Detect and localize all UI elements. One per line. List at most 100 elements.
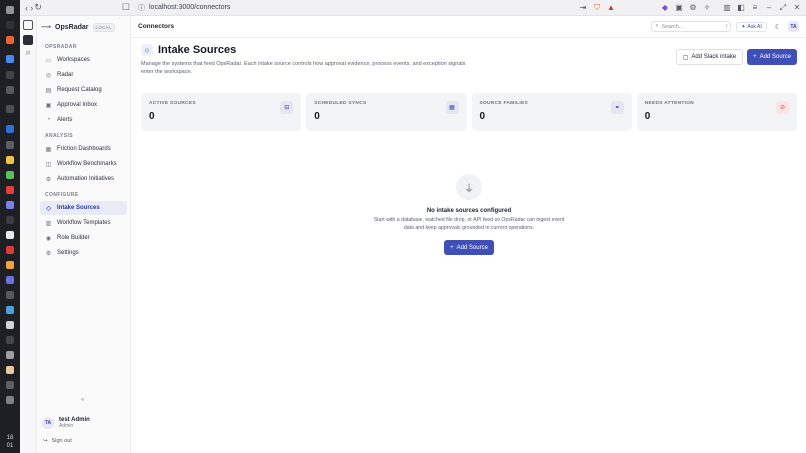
empty-add-source-button[interactable]: + Add Source — [444, 240, 494, 255]
folder-icon: ▭ — [45, 57, 52, 64]
sidebar-item-workflow-templates[interactable]: ▥ Workflow Templates — [40, 216, 127, 230]
browser-window: ‹ › ↻ ☐ ⓘ localhost:3000/connectors ⇥ ⛉ … — [20, 0, 806, 453]
dock-app-icon[interactable] — [3, 33, 17, 47]
role-icon: ◉ — [45, 235, 52, 242]
dock-app-icon[interactable] — [3, 318, 17, 332]
collapse-sidebar-icon[interactable]: « — [81, 397, 84, 403]
dock-app-icon[interactable] — [3, 258, 17, 272]
menu-icon[interactable]: ≡ — [750, 3, 760, 13]
dock-app-icon[interactable] — [3, 153, 17, 167]
share-icon[interactable]: ⇥ — [578, 3, 588, 13]
radar-icon: ◎ — [45, 72, 52, 79]
stat-value: 0 — [479, 111, 486, 122]
sidebar-item-settings[interactable]: ⚙ Settings — [40, 246, 127, 260]
sidebar-item-label: Automation Initiatives — [57, 176, 115, 182]
sidebar-item-intake-sources[interactable]: ◇ Intake Sources — [40, 201, 127, 215]
search-input[interactable]: ⌕ Search... / — [651, 21, 732, 32]
sparkle-icon: ✦ — [741, 23, 746, 30]
calendar-icon: ▦ — [445, 101, 459, 114]
sidebar-icon[interactable]: ▥ — [722, 3, 732, 13]
catalog-icon: ▤ — [45, 87, 52, 94]
clock-minute: 01 — [6, 443, 14, 449]
benchmark-icon: ◫ — [45, 161, 52, 168]
dock-app-icon[interactable] — [3, 138, 17, 152]
dock-app-icon[interactable] — [3, 363, 17, 377]
sidebar-item-workspaces[interactable]: ▭ Workspaces — [40, 53, 127, 67]
dock-app-icon[interactable] — [2, 50, 19, 67]
top-bar: Connectors ⌕ Search... / ✦ Ask AI ☾ TA — [131, 16, 806, 38]
stat-value: 0 — [644, 111, 651, 122]
sidebar-item-label: Settings — [57, 250, 79, 256]
os-dock: 18 01 — [0, 0, 20, 453]
dock-app-icon[interactable] — [3, 213, 17, 227]
puzzle-icon[interactable]: ✧ — [702, 3, 712, 13]
gear-icon[interactable]: ⚙ — [688, 3, 698, 13]
browser-extensions: ⇥ ⛉ ▲ ◆ ▣ ⚙ ✧ ▥ ◧ ≡ – ⤢ ✕ — [578, 3, 802, 13]
dock-app-icon[interactable] — [2, 100, 19, 117]
sidebar-item-label: Workflow Templates — [57, 220, 111, 226]
main-content: Connectors ⌕ Search... / ✦ Ask AI ☾ TA ◇… — [131, 16, 806, 453]
warning-icon[interactable]: ▲ — [606, 3, 616, 13]
dock-app-icon[interactable] — [3, 288, 17, 302]
extension-icon[interactable]: ◆ — [660, 3, 670, 13]
sidebar-item-radar[interactable]: ◎ Radar — [40, 68, 127, 82]
sidebar-item-friction-dashboards[interactable]: ▦ Friction Dashboards — [40, 142, 127, 156]
sidebar-item-alerts[interactable]: ◔ Alerts — [40, 113, 127, 127]
sidebar-item-automation-initiatives[interactable]: ⚙ Automation Initiatives — [40, 172, 127, 186]
tab-icon[interactable]: ◧ — [736, 3, 746, 13]
sidebar-item-workflow-benchmarks[interactable]: ◫ Workflow Benchmarks — [40, 157, 127, 171]
dock-app-icon[interactable] — [3, 393, 17, 407]
bell-icon: ◔ — [46, 117, 51, 123]
gemini-icon[interactable]: gt — [23, 50, 33, 60]
sidebar-item-label: Friction Dashboards — [57, 146, 111, 152]
dock-app-icon[interactable] — [3, 228, 17, 242]
bookmark-icon[interactable]: ☐ — [122, 1, 130, 15]
close-icon[interactable]: ✕ — [792, 3, 802, 13]
dock-app-icon[interactable] — [3, 303, 17, 317]
dock-app-icon[interactable] — [3, 3, 17, 17]
add-source-button[interactable]: + Add Source — [747, 49, 797, 65]
terminal-icon[interactable] — [23, 35, 33, 45]
shield-icon[interactable]: ⛉ — [592, 3, 602, 13]
sidebar-item-label: Workspaces — [57, 57, 90, 63]
restore-icon[interactable]: ⤢ — [778, 3, 788, 13]
dock-app-icon[interactable] — [3, 333, 17, 347]
save-icon[interactable]: ▣ — [674, 3, 684, 13]
dock-app-icon[interactable] — [3, 198, 17, 212]
theme-toggle-icon[interactable]: ☾ — [775, 23, 781, 31]
dock-app-icon[interactable] — [3, 348, 17, 362]
minimize-icon[interactable]: – — [764, 3, 774, 13]
page-description: Manage the systems that feed OpsRadar. E… — [141, 61, 466, 75]
sidebar-item-request-catalog[interactable]: ▤ Request Catalog — [40, 83, 127, 97]
ask-ai-button[interactable]: ✦ Ask AI — [736, 21, 767, 32]
reload-icon[interactable]: ↻ — [34, 1, 42, 15]
sidebar-item-approval-inbox[interactable]: ▣ Approval Inbox — [40, 98, 127, 112]
sidebar-item-label: Intake Sources — [57, 205, 100, 211]
dock-app-icon[interactable] — [3, 83, 17, 97]
account-avatar[interactable]: TA — [788, 21, 799, 32]
dock-app-icon[interactable] — [3, 378, 17, 392]
env-badge: LOCAL — [92, 22, 115, 32]
sidebar-item-label: Alerts — [57, 117, 73, 123]
sidebar-item-role-builder[interactable]: ◉ Role Builder — [40, 231, 127, 245]
add-slack-intake-button[interactable]: ▢ Add Slack intake — [675, 49, 744, 65]
browser-toolbar: ‹ › ↻ ☐ ⓘ localhost:3000/connectors ⇥ ⛉ … — [20, 0, 806, 16]
sign-out-link[interactable]: ↪ Sign out — [43, 438, 72, 444]
address-bar[interactable]: ⓘ localhost:3000/connectors — [138, 2, 578, 14]
dock-app-icon[interactable] — [3, 243, 17, 257]
panel-toggle-icon[interactable] — [23, 20, 33, 30]
dock-app-icon[interactable] — [3, 68, 17, 82]
dock-app-icon[interactable] — [3, 168, 17, 182]
dock-app-icon[interactable] — [3, 183, 17, 197]
dock-app-icon[interactable] — [2, 120, 19, 137]
dock-app-icon[interactable] — [3, 273, 17, 287]
stat-label: SOURCE FAMILIES — [479, 101, 528, 106]
avatar: TA — [42, 417, 54, 429]
stat-value: 0 — [314, 111, 320, 122]
site-info-icon[interactable]: ⓘ — [138, 3, 145, 13]
dock-app-icon[interactable] — [3, 18, 17, 32]
sign-out-label: Sign out — [51, 438, 72, 444]
url-text: localhost:3000/connectors — [149, 4, 231, 11]
stat-value: 0 — [149, 111, 155, 122]
user-profile[interactable]: TA test Admin Admin — [42, 417, 90, 429]
